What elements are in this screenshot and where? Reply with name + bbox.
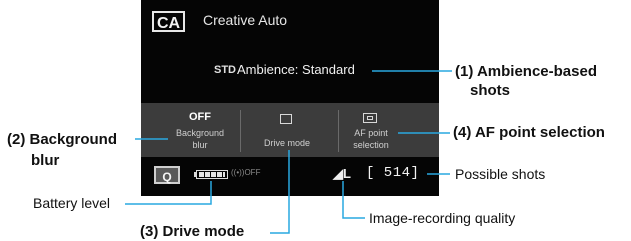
callout-drive-mode: (3) Drive mode: [140, 223, 245, 240]
callout-battery-level: Battery level: [33, 195, 111, 211]
callout-ambience-line1: (1) Ambience-based: [455, 63, 597, 80]
callout-ambience-line2: shots: [470, 82, 511, 99]
leader-line-battery: [125, 181, 212, 205]
leader-line-quality: [342, 181, 365, 219]
callout-blur-line2: blur: [31, 152, 60, 169]
callout-af-point: (4) AF point selection: [453, 124, 605, 141]
callout-image-quality: Image-recording quality: [369, 210, 516, 226]
callout-possible-shots: Possible shots: [455, 166, 546, 182]
leader-line-drive-mode: [270, 150, 290, 234]
callout-blur-line1: (2) Background: [7, 131, 118, 148]
